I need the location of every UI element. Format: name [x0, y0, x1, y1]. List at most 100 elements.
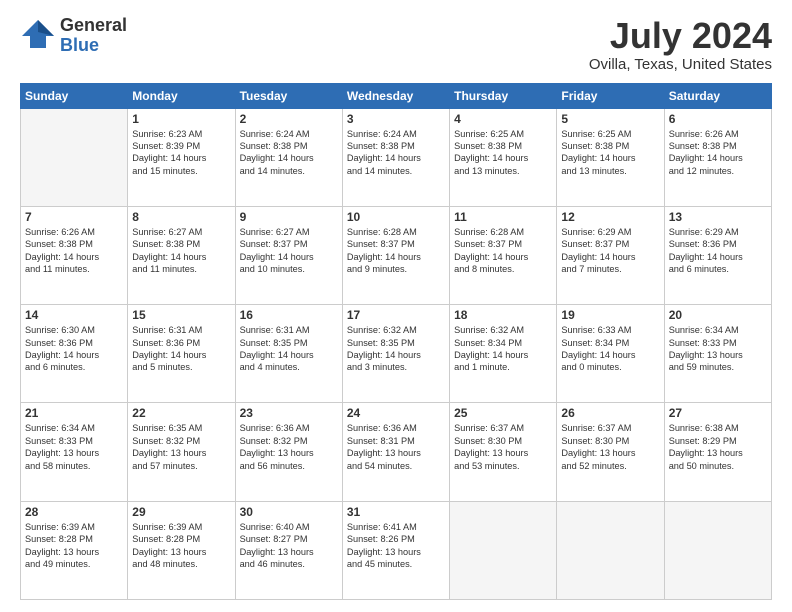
calendar-cell: 3 Sunrise: 6:24 AM Sunset: 8:38 PM Daylig… — [342, 108, 449, 206]
calendar-header-row: SundayMondayTuesdayWednesdayThursdayFrid… — [21, 83, 772, 108]
day-number: 27 — [669, 406, 767, 420]
day-number: 28 — [25, 505, 123, 519]
day-number: 24 — [347, 406, 445, 420]
title-block: July 2024 Ovilla, Texas, United States — [589, 16, 772, 73]
day-number: 17 — [347, 308, 445, 322]
day-number: 12 — [561, 210, 659, 224]
calendar-week-5: 28 Sunrise: 6:39 AM Sunset: 8:28 PM Dayli… — [21, 501, 772, 599]
logo-blue-text: Blue — [60, 36, 127, 56]
day-number: 10 — [347, 210, 445, 224]
cell-info: Sunrise: 6:32 AM Sunset: 8:34 PM Dayligh… — [454, 324, 552, 374]
cell-info: Sunrise: 6:23 AM Sunset: 8:39 PM Dayligh… — [132, 128, 230, 178]
cell-info: Sunrise: 6:34 AM Sunset: 8:33 PM Dayligh… — [25, 422, 123, 472]
calendar-cell — [450, 501, 557, 599]
cell-info: Sunrise: 6:32 AM Sunset: 8:35 PM Dayligh… — [347, 324, 445, 374]
page-title: July 2024 — [589, 16, 772, 56]
day-number: 2 — [240, 112, 338, 126]
calendar-cell: 21 Sunrise: 6:34 AM Sunset: 8:33 PM Dayli… — [21, 403, 128, 501]
day-number: 13 — [669, 210, 767, 224]
cell-info: Sunrise: 6:36 AM Sunset: 8:32 PM Dayligh… — [240, 422, 338, 472]
calendar-cell: 1 Sunrise: 6:23 AM Sunset: 8:39 PM Daylig… — [128, 108, 235, 206]
day-number: 21 — [25, 406, 123, 420]
day-number: 23 — [240, 406, 338, 420]
calendar-cell: 13 Sunrise: 6:29 AM Sunset: 8:36 PM Dayli… — [664, 206, 771, 304]
calendar-week-4: 21 Sunrise: 6:34 AM Sunset: 8:33 PM Dayli… — [21, 403, 772, 501]
column-header-saturday: Saturday — [664, 83, 771, 108]
cell-info: Sunrise: 6:28 AM Sunset: 8:37 PM Dayligh… — [347, 226, 445, 276]
day-number: 31 — [347, 505, 445, 519]
logo-text: General Blue — [60, 16, 127, 56]
cell-info: Sunrise: 6:29 AM Sunset: 8:36 PM Dayligh… — [669, 226, 767, 276]
logo-icon — [20, 16, 56, 56]
calendar-cell: 19Sunrise: 6:33 AM Sunset: 8:34 PM Dayli… — [557, 305, 664, 403]
calendar-cell: 30 Sunrise: 6:40 AM Sunset: 8:27 PM Dayli… — [235, 501, 342, 599]
calendar-cell: 27Sunrise: 6:38 AM Sunset: 8:29 PM Dayli… — [664, 403, 771, 501]
logo-general-text: General — [60, 16, 127, 36]
calendar-cell: 15Sunrise: 6:31 AM Sunset: 8:36 PM Dayli… — [128, 305, 235, 403]
cell-info: Sunrise: 6:25 AM Sunset: 8:38 PM Dayligh… — [454, 128, 552, 178]
page-subtitle: Ovilla, Texas, United States — [589, 56, 772, 73]
day-number: 18 — [454, 308, 552, 322]
calendar-cell: 10 Sunrise: 6:28 AM Sunset: 8:37 PM Dayli… — [342, 206, 449, 304]
calendar-cell: 2 Sunrise: 6:24 AM Sunset: 8:38 PM Daylig… — [235, 108, 342, 206]
page: General Blue July 2024 Ovilla, Texas, Un… — [0, 0, 792, 612]
calendar-cell: 31 Sunrise: 6:41 AM Sunset: 8:26 PM Dayli… — [342, 501, 449, 599]
cell-info: Sunrise: 6:36 AM Sunset: 8:31 PM Dayligh… — [347, 422, 445, 472]
header: General Blue July 2024 Ovilla, Texas, Un… — [20, 16, 772, 73]
calendar-cell — [664, 501, 771, 599]
day-number: 14 — [25, 308, 123, 322]
column-header-wednesday: Wednesday — [342, 83, 449, 108]
calendar-cell: 4Sunrise: 6:25 AM Sunset: 8:38 PM Daylig… — [450, 108, 557, 206]
cell-info: Sunrise: 6:27 AM Sunset: 8:38 PM Dayligh… — [132, 226, 230, 276]
day-number: 26 — [561, 406, 659, 420]
day-number: 29 — [132, 505, 230, 519]
calendar-cell: 25Sunrise: 6:37 AM Sunset: 8:30 PM Dayli… — [450, 403, 557, 501]
column-header-tuesday: Tuesday — [235, 83, 342, 108]
day-number: 9 — [240, 210, 338, 224]
day-number: 15 — [132, 308, 230, 322]
calendar-cell: 23 Sunrise: 6:36 AM Sunset: 8:32 PM Dayli… — [235, 403, 342, 501]
calendar-cell: 18 Sunrise: 6:32 AM Sunset: 8:34 PM Dayli… — [450, 305, 557, 403]
calendar-week-1: 1 Sunrise: 6:23 AM Sunset: 8:39 PM Daylig… — [21, 108, 772, 206]
cell-info: Sunrise: 6:24 AM Sunset: 8:38 PM Dayligh… — [240, 128, 338, 178]
day-number: 22 — [132, 406, 230, 420]
calendar-cell: 6Sunrise: 6:26 AM Sunset: 8:38 PM Daylig… — [664, 108, 771, 206]
cell-info: Sunrise: 6:25 AM Sunset: 8:38 PM Dayligh… — [561, 128, 659, 178]
day-number: 7 — [25, 210, 123, 224]
cell-info: Sunrise: 6:24 AM Sunset: 8:38 PM Dayligh… — [347, 128, 445, 178]
calendar-cell: 17 Sunrise: 6:32 AM Sunset: 8:35 PM Dayli… — [342, 305, 449, 403]
calendar-cell: 24 Sunrise: 6:36 AM Sunset: 8:31 PM Dayli… — [342, 403, 449, 501]
cell-info: Sunrise: 6:40 AM Sunset: 8:27 PM Dayligh… — [240, 521, 338, 571]
calendar-cell: 28Sunrise: 6:39 AM Sunset: 8:28 PM Dayli… — [21, 501, 128, 599]
cell-info: Sunrise: 6:29 AM Sunset: 8:37 PM Dayligh… — [561, 226, 659, 276]
day-number: 5 — [561, 112, 659, 126]
day-number: 25 — [454, 406, 552, 420]
calendar-cell: 8Sunrise: 6:27 AM Sunset: 8:38 PM Daylig… — [128, 206, 235, 304]
cell-info: Sunrise: 6:33 AM Sunset: 8:34 PM Dayligh… — [561, 324, 659, 374]
column-header-monday: Monday — [128, 83, 235, 108]
calendar-cell: 29 Sunrise: 6:39 AM Sunset: 8:28 PM Dayli… — [128, 501, 235, 599]
calendar-cell: 16Sunrise: 6:31 AM Sunset: 8:35 PM Dayli… — [235, 305, 342, 403]
calendar-cell — [557, 501, 664, 599]
day-number: 3 — [347, 112, 445, 126]
cell-info: Sunrise: 6:31 AM Sunset: 8:35 PM Dayligh… — [240, 324, 338, 374]
cell-info: Sunrise: 6:39 AM Sunset: 8:28 PM Dayligh… — [132, 521, 230, 571]
calendar-week-3: 14 Sunrise: 6:30 AM Sunset: 8:36 PM Dayli… — [21, 305, 772, 403]
calendar-cell: 7Sunrise: 6:26 AM Sunset: 8:38 PM Daylig… — [21, 206, 128, 304]
calendar-cell — [21, 108, 128, 206]
cell-info: Sunrise: 6:30 AM Sunset: 8:36 PM Dayligh… — [25, 324, 123, 374]
cell-info: Sunrise: 6:35 AM Sunset: 8:32 PM Dayligh… — [132, 422, 230, 472]
day-number: 1 — [132, 112, 230, 126]
day-number: 11 — [454, 210, 552, 224]
calendar-cell: 22 Sunrise: 6:35 AM Sunset: 8:32 PM Dayli… — [128, 403, 235, 501]
calendar-cell: 5 Sunrise: 6:25 AM Sunset: 8:38 PM Daylig… — [557, 108, 664, 206]
cell-info: Sunrise: 6:28 AM Sunset: 8:37 PM Dayligh… — [454, 226, 552, 276]
calendar-cell: 9Sunrise: 6:27 AM Sunset: 8:37 PM Daylig… — [235, 206, 342, 304]
logo: General Blue — [20, 16, 127, 56]
calendar-cell: 11 Sunrise: 6:28 AM Sunset: 8:37 PM Dayli… — [450, 206, 557, 304]
cell-info: Sunrise: 6:34 AM Sunset: 8:33 PM Dayligh… — [669, 324, 767, 374]
column-header-sunday: Sunday — [21, 83, 128, 108]
day-number: 30 — [240, 505, 338, 519]
calendar-cell: 12 Sunrise: 6:29 AM Sunset: 8:37 PM Dayli… — [557, 206, 664, 304]
cell-info: Sunrise: 6:41 AM Sunset: 8:26 PM Dayligh… — [347, 521, 445, 571]
